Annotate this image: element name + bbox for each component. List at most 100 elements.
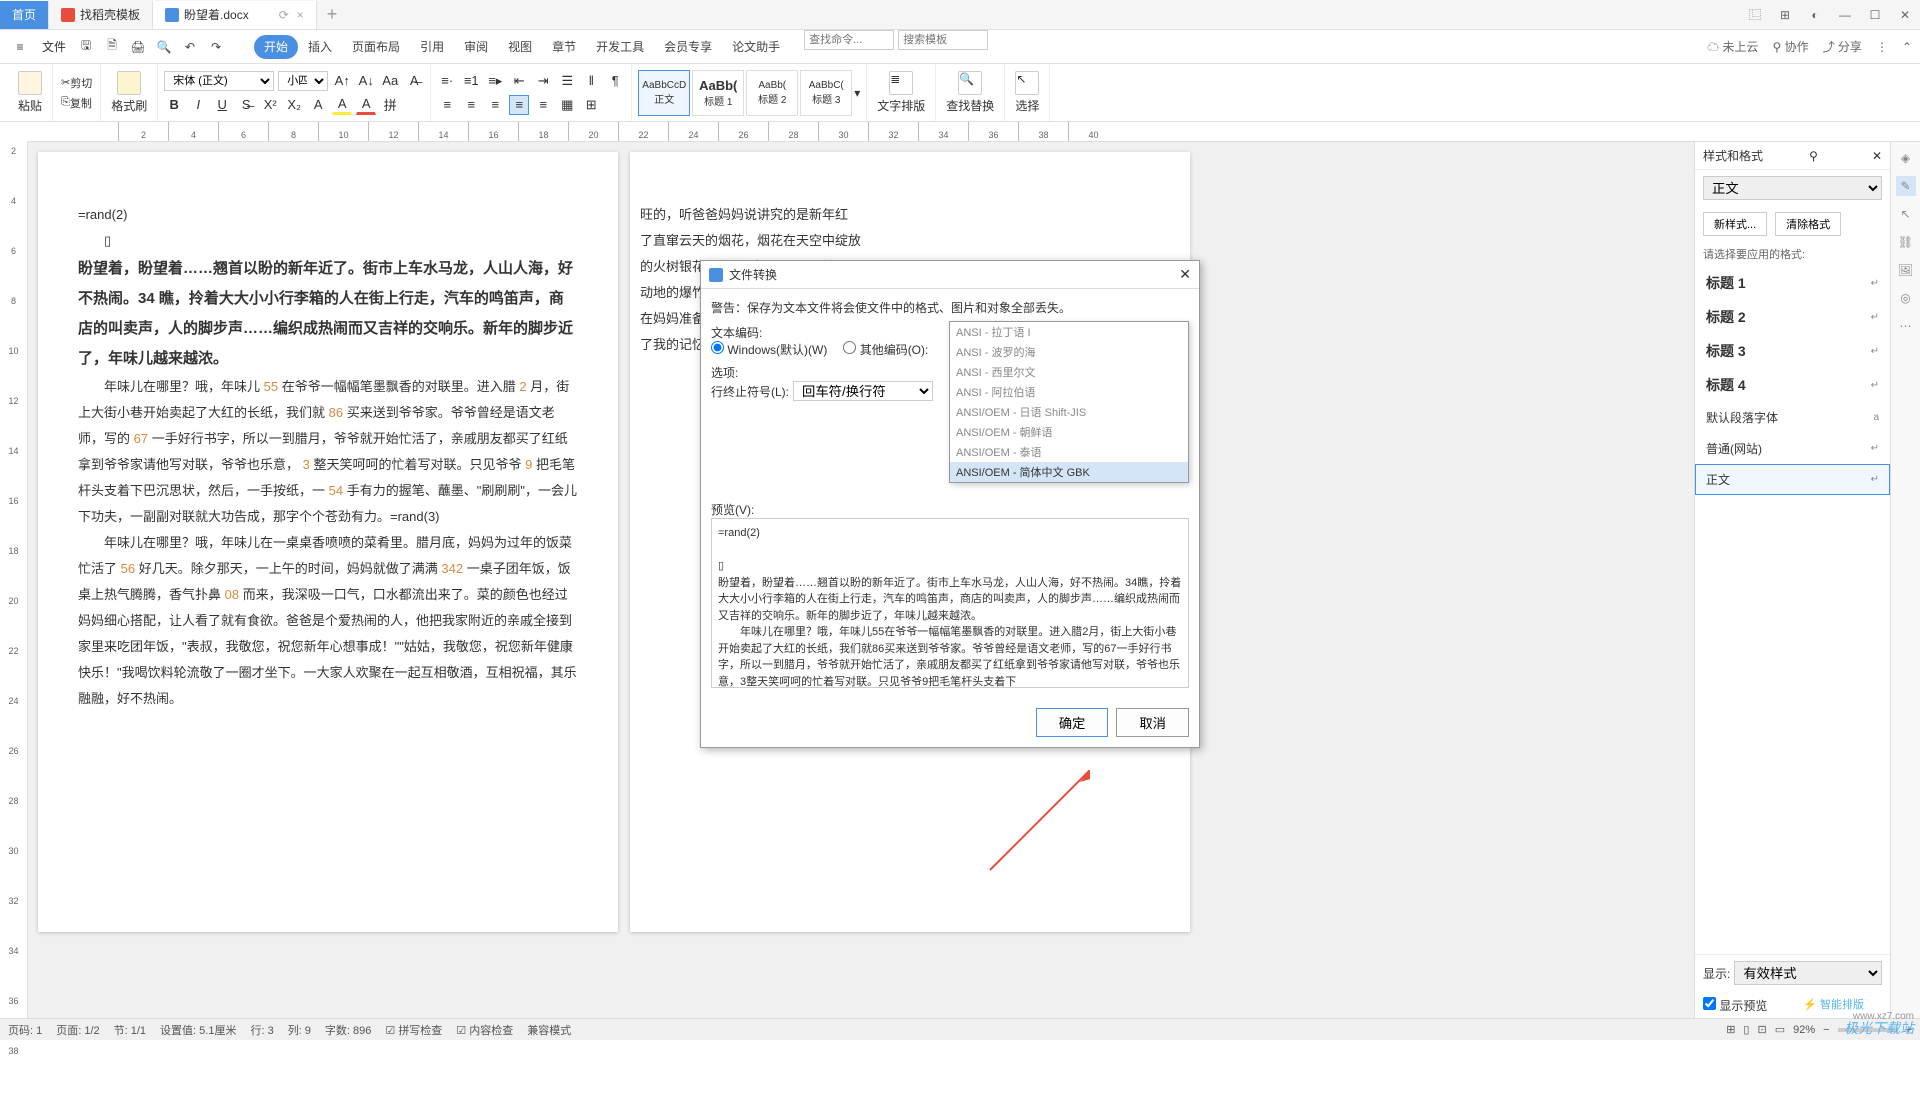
tool-pencil-icon[interactable]: ✎ <box>1896 176 1916 196</box>
status-pageno[interactable]: 页码: 1 <box>8 1022 42 1038</box>
zoom-value[interactable]: 92% <box>1793 1024 1815 1036</box>
enc-item[interactable]: ANSI - 拉丁语 I <box>950 322 1188 342</box>
eol-select[interactable]: 回车符/换行符 <box>793 381 933 401</box>
justify-icon[interactable]: ≡ <box>509 95 529 115</box>
view-page-icon[interactable]: ▯ <box>1743 1023 1749 1036</box>
current-style-select[interactable]: 正文 <box>1703 176 1882 200</box>
style-item-h2[interactable]: 标题 2↵ <box>1695 300 1890 334</box>
tab-document[interactable]: 盼望着.docx⟳× <box>153 1 317 29</box>
tool-image-icon[interactable]: 🖼 <box>1896 260 1916 280</box>
style-item-h3[interactable]: 标题 3↵ <box>1695 334 1890 368</box>
menu-start[interactable]: 开始 <box>254 35 298 59</box>
style-item-h1[interactable]: 标题 1↵ <box>1695 266 1890 300</box>
status-section[interactable]: 节: 1/1 <box>114 1022 146 1038</box>
menu-member[interactable]: 会员专享 <box>654 30 722 64</box>
menu-ref[interactable]: 引用 <box>410 30 454 64</box>
window-layout-icon[interactable]: ⿺ <box>1740 0 1770 30</box>
ok-button[interactable]: 确定 <box>1036 708 1109 737</box>
underline-icon[interactable]: U <box>212 95 232 115</box>
shading-icon[interactable]: ▦ <box>557 95 577 115</box>
menu-view[interactable]: 视图 <box>498 30 542 64</box>
increase-indent-icon[interactable]: ⇥ <box>533 71 553 91</box>
strike-icon[interactable]: S̶ <box>236 95 256 115</box>
view-web-icon[interactable]: ⊡ <box>1757 1023 1766 1036</box>
view-read-icon[interactable]: ▭ <box>1775 1023 1785 1036</box>
search-command[interactable] <box>804 30 894 50</box>
tab-sync-icon[interactable]: ⟳ <box>279 8 289 22</box>
menu-dev[interactable]: 开发工具 <box>586 30 654 64</box>
enc-item[interactable]: ANSI/OEM - 朝鲜语 <box>950 422 1188 442</box>
window-minimize[interactable]: — <box>1830 0 1860 30</box>
style-item-h4[interactable]: 标题 4↵ <box>1695 368 1890 402</box>
enc-item[interactable]: ANSI/OEM - 日语 Shift-JIS <box>950 402 1188 422</box>
panel-pin-icon[interactable]: ⚲ <box>1809 149 1818 163</box>
new-style-button[interactable]: 新样式... <box>1703 212 1767 236</box>
cloud-status[interactable]: ☁ 未上云 <box>1707 38 1758 55</box>
window-grid-icon[interactable]: ⊞ <box>1770 0 1800 30</box>
tool-target-icon[interactable]: ◎ <box>1896 288 1916 308</box>
print-icon[interactable]: 🖨 <box>126 35 150 59</box>
menu-thesis[interactable]: 论文助手 <box>722 30 790 64</box>
find-replace[interactable]: 🔍查找替换 <box>942 69 998 116</box>
tool-select-icon[interactable]: ↖ <box>1896 204 1916 224</box>
radio-other[interactable]: 其他编码(O): <box>843 341 928 358</box>
menu-more-icon[interactable]: ⋮ <box>1876 40 1888 54</box>
align-left-icon[interactable]: ≡ <box>437 95 457 115</box>
undo-icon[interactable]: ↶ <box>178 35 202 59</box>
enc-item[interactable]: ANSI/OEM - 泰语 <box>950 442 1188 462</box>
preview-icon[interactable]: 🔍 <box>152 35 176 59</box>
align-right-icon[interactable]: ≡ <box>485 95 505 115</box>
save-icon[interactable]: 🖫 <box>74 35 98 59</box>
smart-layout-link[interactable]: ⚡ 智能排版 <box>1803 996 1864 1012</box>
ruler-horizontal[interactable]: 246810121416182022242628303234363840 <box>28 122 1920 142</box>
share-button[interactable]: ⤴ 分享 <box>1823 38 1862 55</box>
style-h3[interactable]: AaBbC(标题 3 <box>800 70 852 116</box>
tab-add[interactable]: + <box>317 4 348 25</box>
distribute-icon[interactable]: ≡ <box>533 95 553 115</box>
window-maximize[interactable]: ☐ <box>1860 0 1890 30</box>
menu-review[interactable]: 审阅 <box>454 30 498 64</box>
numbering-icon[interactable]: ≡1 <box>461 71 481 91</box>
enc-item[interactable]: ANSI - 西里尔文 <box>950 362 1188 382</box>
menu-collapse-icon[interactable]: ⌃ <box>1902 40 1912 54</box>
radio-windows[interactable]: Windows(默认)(W) <box>711 341 827 358</box>
align-center-icon[interactable]: ≡ <box>461 95 481 115</box>
text-layout[interactable]: ≣文字排版 <box>873 69 929 116</box>
menu-chapter[interactable]: 章节 <box>542 30 586 64</box>
enc-item-selected[interactable]: ANSI/OEM - 简体中文 GBK <box>950 462 1188 482</box>
menu-insert[interactable]: 插入 <box>298 30 342 64</box>
linespace-icon[interactable]: ‖ <box>581 71 601 91</box>
enc-item[interactable]: ANSI - 波罗的海 <box>950 342 1188 362</box>
clear-format-button[interactable]: 清除格式 <box>1775 212 1841 236</box>
paste-button[interactable]: 粘贴 <box>14 69 46 116</box>
cancel-button[interactable]: 取消 <box>1116 708 1189 737</box>
redo-icon[interactable]: ↷ <box>204 35 228 59</box>
bold-icon[interactable]: B <box>164 95 184 115</box>
status-words[interactable]: 字数: 896 <box>325 1022 371 1038</box>
menu-layout[interactable]: 页面布局 <box>342 30 410 64</box>
status-page[interactable]: 页面: 1/2 <box>56 1022 99 1038</box>
copy-button[interactable]: ⎘ 复制 <box>59 93 94 113</box>
subscript-icon[interactable]: X₂ <box>284 95 304 115</box>
styles-more-icon[interactable]: ▾ <box>854 86 860 100</box>
tool-more-icon[interactable]: ⋯ <box>1896 316 1916 336</box>
bullets-icon[interactable]: ≡· <box>437 71 457 91</box>
style-h1[interactable]: AaBb(标题 1 <box>692 70 744 116</box>
decrease-indent-icon[interactable]: ⇤ <box>509 71 529 91</box>
window-close[interactable]: ✕ <box>1890 0 1920 30</box>
style-item-web[interactable]: 普通(网站)↵ <box>1695 433 1890 464</box>
font-color-icon[interactable]: A <box>356 95 376 115</box>
show-select[interactable]: 有效样式 <box>1734 961 1882 985</box>
panel-close-icon[interactable]: ✕ <box>1872 149 1882 163</box>
ruler-vertical[interactable]: 2468101214161820222426283032343638 <box>0 142 28 1020</box>
font-select[interactable]: 宋体 (正文) <box>164 71 274 91</box>
change-case-icon[interactable]: Aa <box>380 71 400 91</box>
italic-icon[interactable]: I <box>188 95 208 115</box>
style-item-default[interactable]: 默认段落字体a <box>1695 402 1890 433</box>
border-icon[interactable]: ⊞ <box>581 95 601 115</box>
cut-button[interactable]: ✂ 剪切 <box>59 73 94 93</box>
text-effect-icon[interactable]: A <box>308 95 328 115</box>
size-select[interactable]: 小四 <box>278 71 328 91</box>
enc-item[interactable]: ANSI - 阿拉伯语 <box>950 382 1188 402</box>
dialog-close-icon[interactable]: ✕ <box>1179 266 1191 283</box>
